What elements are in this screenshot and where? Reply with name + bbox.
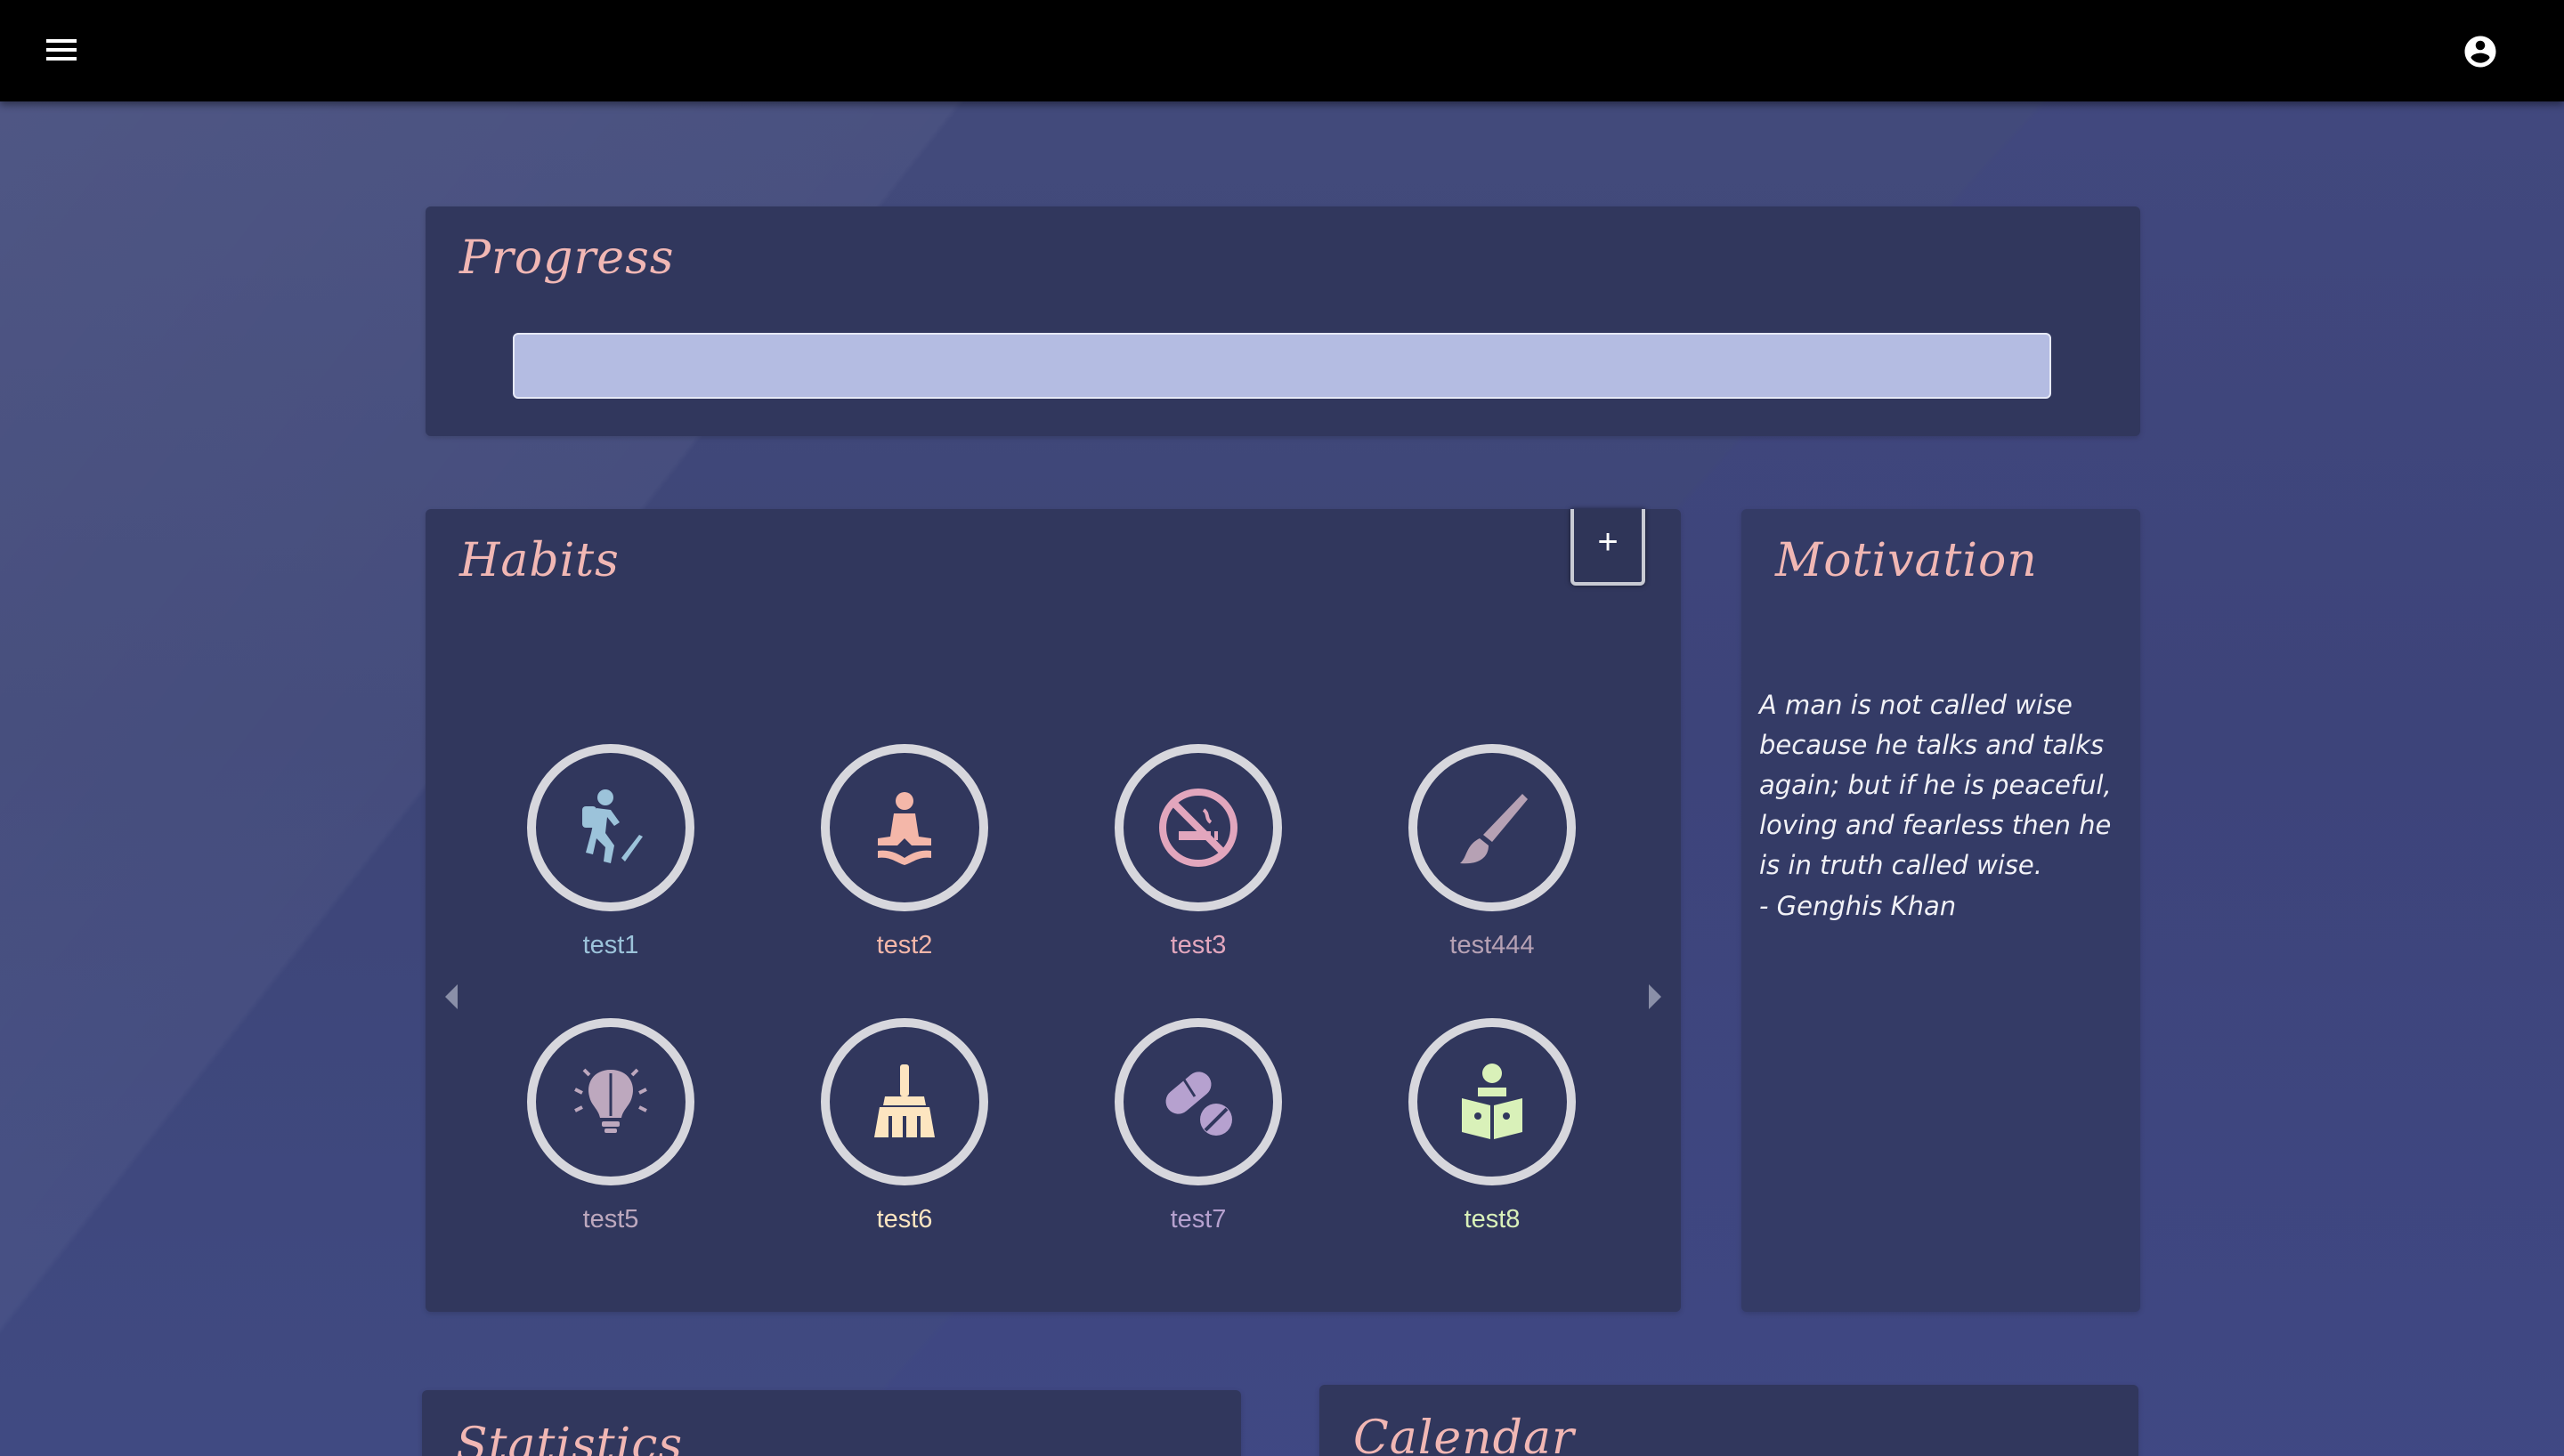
habits-title: Habits [459, 534, 620, 587]
habit-item-test3[interactable]: test3 [1091, 744, 1305, 1002]
brain-bulb-icon [574, 1068, 647, 1133]
calendar-title: Calendar [1353, 1412, 1575, 1456]
habit-label: test6 [876, 1205, 933, 1234]
habit-item-test1[interactable]: test1 [504, 744, 718, 1002]
account-circle-icon [2464, 36, 2496, 68]
habit-label: test5 [582, 1205, 639, 1234]
statistics-title: Statistics [456, 1419, 684, 1456]
motivation-card: Motivation A man is not called wise beca… [1741, 509, 2140, 1312]
statistics-card: Statistics [422, 1390, 1241, 1456]
menu-icon [46, 39, 77, 43]
carousel-prev-button[interactable] [438, 981, 465, 1013]
progress-card: Progress [426, 206, 2140, 436]
caret-left-icon [445, 984, 458, 1009]
pills-icon [1165, 1072, 1232, 1136]
paintbrush-icon [1460, 794, 1528, 864]
habit-label: test444 [1449, 931, 1535, 959]
account-button[interactable] [2462, 33, 2499, 70]
progress-bar [513, 333, 2051, 399]
motivation-title: Motivation [1775, 534, 2038, 587]
habit-item-test7[interactable]: test7 [1091, 1018, 1305, 1276]
motivation-quote: A man is not called wise because he talk… [1759, 690, 2112, 880]
meditation-icon [878, 792, 931, 865]
hiking-icon [582, 789, 643, 863]
app-bar [0, 0, 2564, 101]
calendar-card: Calendar [1319, 1385, 2138, 1456]
carousel-next-button[interactable] [1642, 981, 1668, 1013]
habit-item-test8[interactable]: test8 [1385, 1018, 1599, 1276]
habit-label: test8 [1464, 1205, 1521, 1234]
broom-icon [874, 1064, 935, 1137]
habit-label: test1 [582, 931, 639, 959]
habit-label: test3 [1170, 931, 1227, 959]
habit-item-test2[interactable]: test2 [798, 744, 1011, 1002]
reading-icon [1462, 1064, 1522, 1139]
habits-card: Habits + test1 test2 test3 test444 test5… [426, 509, 1681, 1312]
add-habit-button[interactable]: + [1570, 509, 1645, 586]
progress-title: Progress [459, 231, 675, 285]
menu-button[interactable] [43, 34, 84, 69]
habit-item-test5[interactable]: test5 [504, 1018, 718, 1276]
habit-item-test6[interactable]: test6 [798, 1018, 1011, 1276]
no-smoking-icon [1159, 789, 1237, 867]
motivation-author: - Genghis Khan [1759, 891, 1957, 921]
habit-label: test2 [876, 931, 933, 959]
habit-label: test7 [1170, 1205, 1227, 1234]
caret-right-icon [1649, 984, 1661, 1009]
habit-item-test444[interactable]: test444 [1385, 744, 1599, 1002]
